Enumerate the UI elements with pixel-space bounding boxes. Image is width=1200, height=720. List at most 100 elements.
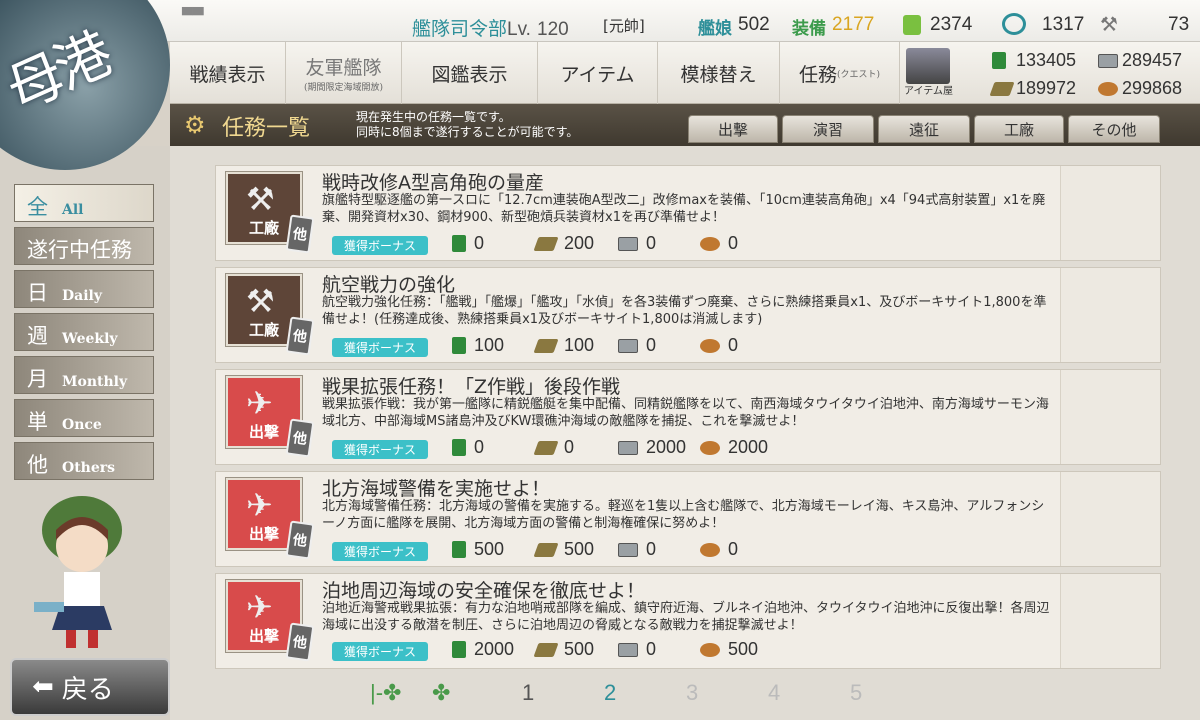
bauxite-icon xyxy=(700,642,720,657)
filter-daily[interactable]: 日 Daily xyxy=(14,270,154,308)
hammer-icon: ⚒ xyxy=(246,282,275,320)
ammo-icon xyxy=(989,82,1015,96)
steel-icon xyxy=(618,642,638,657)
filter-english: All xyxy=(62,202,84,218)
quest-list-title: 任務一覧 xyxy=(222,116,311,141)
tab-label: その他 xyxy=(1091,120,1137,139)
other-badge: 他 xyxy=(285,622,315,662)
nav-encyclopedia[interactable]: 図鑑表示 xyxy=(402,42,538,104)
quest-description: 泊地近海警戒戦果拡張：有力な泊地哨戒部隊を編成、鎮守府近海、ブルネイ泊地沖、タウ… xyxy=(322,601,1050,633)
page-2[interactable]: 2 xyxy=(604,680,616,706)
quest-card[interactable]: ✈ 出撃 他 北方海域警備を実施せよ！ 北方海域警備任務：北方海域の警備を実施する… xyxy=(215,471,1161,567)
item-shop-icon[interactable] xyxy=(906,48,950,84)
first-page-button[interactable]: |-✤ xyxy=(370,680,401,706)
filter-weekly[interactable]: 週 Weekly xyxy=(14,313,154,351)
page-3[interactable]: 3 xyxy=(686,680,698,706)
ammo-icon xyxy=(533,338,559,353)
tab-exercise[interactable]: 演習 xyxy=(782,115,874,143)
reward-ammo: 100 xyxy=(564,335,595,355)
steel-icon xyxy=(618,236,638,251)
nav-label: 戦績表示 xyxy=(189,63,266,86)
page-4[interactable]: 4 xyxy=(768,680,780,706)
tab-label: 出撃 xyxy=(717,120,748,139)
nav-quests[interactable]: 任務 (クエスト) xyxy=(780,42,900,104)
quest-description: 旗艦特型駆逐艦の第一スロに「12.7cm連装砲A型改二」改修maxを装備、「10… xyxy=(322,193,1046,225)
reward-ammo: 500 xyxy=(564,639,595,659)
equip-count-label: 装備 xyxy=(792,19,826,39)
main-nav: 戦績表示 友軍艦隊 (期間限定海域開放) 図鑑表示 アイテム 模様替え 任務 (クエ… xyxy=(170,42,900,104)
quest-status-slot xyxy=(1060,472,1160,566)
quest-status-slot xyxy=(1060,166,1160,260)
secretary-ship-chibi[interactable] xyxy=(26,490,138,650)
ammo-icon xyxy=(533,236,559,251)
equip-count: 2177 xyxy=(832,14,875,35)
quest-card[interactable]: ⚒ 工廠 他 航空戦力の強化 航空戦力強化任務：「艦戦」「艦爆」「艦攻」「水偵」を… xyxy=(215,267,1161,363)
reward-bauxite: 0 xyxy=(728,539,739,559)
quest-title: 航空戦力の強化 xyxy=(322,274,456,296)
bauxite-icon xyxy=(700,440,720,455)
gear-icon: ⚙ xyxy=(184,111,206,139)
filter-english: Others xyxy=(62,460,116,476)
tab-arsenal[interactable]: 工廠 xyxy=(974,115,1064,143)
steel-icon xyxy=(618,542,638,557)
filter-in-progress[interactable]: 遂行中任務 xyxy=(14,227,154,265)
nav-friend-fleet[interactable]: 友軍艦隊 (期間限定海域開放) xyxy=(286,42,402,104)
page-5[interactable]: 5 xyxy=(850,680,862,706)
back-label: 戻る xyxy=(61,674,114,705)
ammo-amount: 189972 xyxy=(1016,78,1077,98)
plane-icon: ✈ xyxy=(246,486,273,524)
quest-title: 戦時改修A型高角砲の量産 xyxy=(322,172,544,194)
filter-english: Weekly xyxy=(62,331,118,347)
prev-page-button[interactable]: ✤ xyxy=(432,680,450,706)
steel-icon xyxy=(618,338,638,353)
nav-furniture[interactable]: 模様替え xyxy=(658,42,780,104)
tab-sortie[interactable]: 出撃 xyxy=(688,115,778,143)
reward-bauxite: 500 xyxy=(728,639,759,659)
filter-others[interactable]: 他 Others xyxy=(14,442,154,480)
reward-ammo: 0 xyxy=(564,437,575,457)
page-1[interactable]: 1 xyxy=(522,680,534,706)
filter-all[interactable]: 全 All xyxy=(14,184,154,222)
bonus-badge: 獲得ボーナス xyxy=(332,236,428,255)
quest-card[interactable]: ⚒ 工廠 他 戦時改修A型高角砲の量産 旗艦特型駆逐艦の第一スロに「12.7cm連… xyxy=(215,165,1161,261)
bonus-badge: 獲得ボーナス xyxy=(332,642,428,661)
fuel-icon xyxy=(452,337,466,354)
filter-kanji: 全 xyxy=(27,195,48,219)
category-label: 出撃 xyxy=(248,423,279,441)
quest-card[interactable]: ✈ 出撃 他 戦果拡張任務！「Z作戦」後段作戦 戦果拡張作戦：我が第一艦隊に精鋭艦… xyxy=(215,369,1161,465)
dev-material-count: 1317 xyxy=(1042,14,1085,35)
reward-ammo: 500 xyxy=(564,539,595,559)
category-label: 出撃 xyxy=(248,525,279,543)
quest-status-slot xyxy=(1060,268,1160,362)
tab-other[interactable]: その他 xyxy=(1068,115,1160,143)
steel-icon xyxy=(1098,54,1118,68)
fuel-icon xyxy=(452,235,466,252)
filter-once[interactable]: 単 Once xyxy=(14,399,154,437)
filter-english: Once xyxy=(62,417,102,433)
ammo-icon xyxy=(533,440,559,455)
nav-items[interactable]: アイテム xyxy=(538,42,658,104)
fuel-amount: 133405 xyxy=(1016,50,1077,70)
hq-level: 艦隊司令部Lv. 120 xyxy=(412,14,569,41)
filter-monthly[interactable]: 月 Monthly xyxy=(14,356,154,394)
reward-bauxite: 0 xyxy=(728,233,739,253)
tab-expedition[interactable]: 遠征 xyxy=(878,115,970,143)
bauxite-icon xyxy=(1098,82,1118,96)
nav-label: 任務 xyxy=(798,63,837,86)
steel-icon xyxy=(618,440,638,455)
back-button[interactable]: ⬅ 戻る xyxy=(10,658,170,716)
reward-steel: 0 xyxy=(646,233,657,253)
reward-steel: 0 xyxy=(646,335,657,355)
nav-record[interactable]: 戦績表示 xyxy=(170,42,286,104)
other-badge: 他 xyxy=(285,520,315,560)
quest-description: 北方海域警備任務：北方海域の警備を実施する。軽巡を1隻以上含む艦隊で、北方海域モ… xyxy=(322,499,1045,531)
quest-card[interactable]: ✈ 出撃 他 泊地周辺海域の安全確保を徹底せよ！ 泊地近海警戒戦果拡張：有力な泊地… xyxy=(215,573,1161,669)
reward-bauxite: 2000 xyxy=(728,437,769,457)
other-badge: 他 xyxy=(285,316,315,356)
quest-status-slot xyxy=(1060,574,1160,668)
bauxite-amount: 299868 xyxy=(1122,78,1183,98)
category-label: 出撃 xyxy=(248,627,279,645)
rank-label: [元帥] xyxy=(603,17,645,35)
nav-label: アイテム xyxy=(560,63,635,86)
filter-english: Monthly xyxy=(62,374,128,390)
